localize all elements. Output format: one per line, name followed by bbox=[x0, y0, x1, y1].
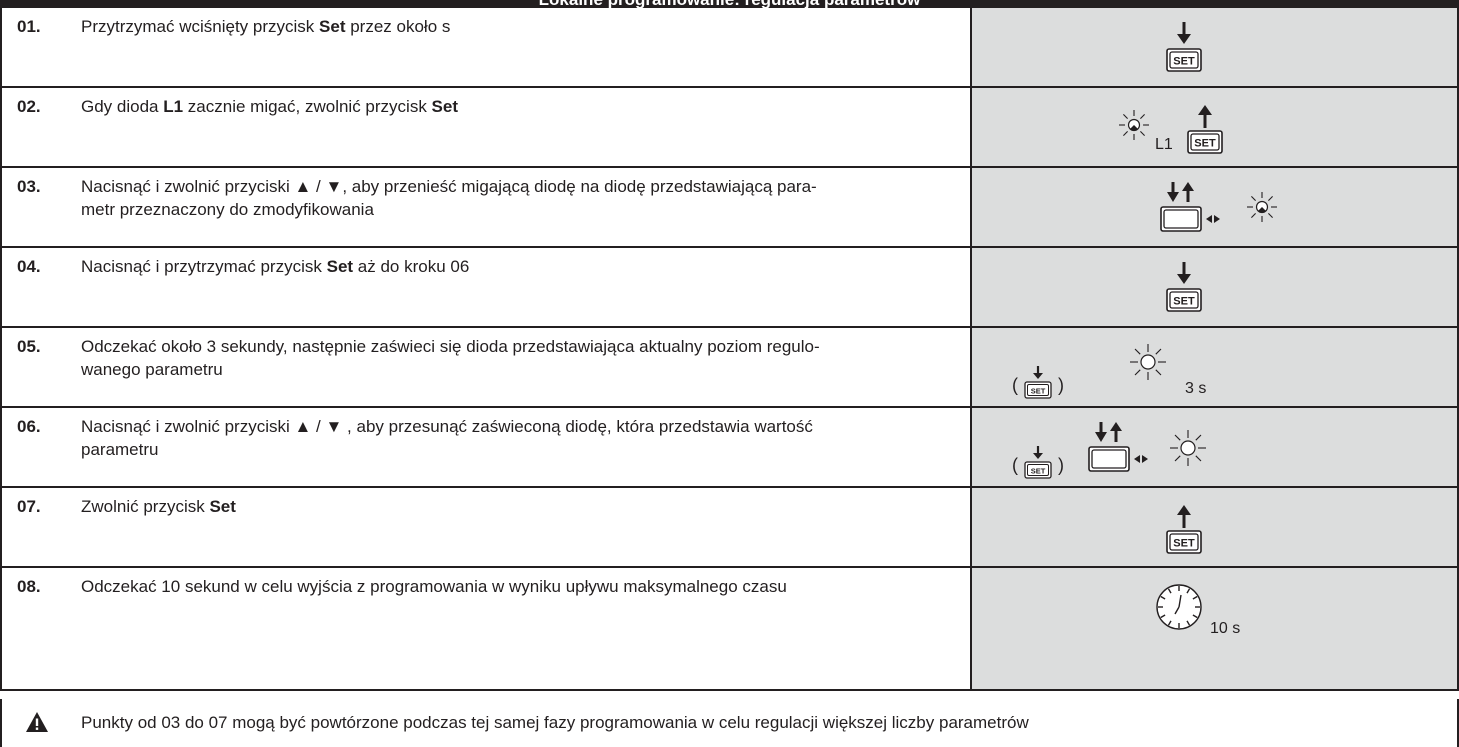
svg-text:SET: SET bbox=[1173, 296, 1195, 308]
step-text: Odczekać około 3 sekundy, następnie zaśw… bbox=[81, 337, 820, 379]
step-number: 03. bbox=[17, 177, 41, 196]
step-icon-cell: L1 SET bbox=[970, 88, 1457, 166]
step-text: Nacisnąć i zwolnić przyciski ▲ / ▼, aby … bbox=[81, 177, 817, 219]
set-button-press-icon: SET bbox=[1166, 262, 1202, 312]
table-header: Lokalne programowanie: regulacja paramet… bbox=[0, 0, 1459, 8]
step-row-06: 06. Nacisnąć i zwolnić przyciski ▲ / ▼ ,… bbox=[0, 408, 1459, 488]
step-text: Zwolnić przycisk Set bbox=[81, 497, 236, 516]
close-paren: ) bbox=[1058, 455, 1064, 475]
svg-text:SET: SET bbox=[1173, 56, 1195, 68]
svg-text:SET: SET bbox=[1031, 467, 1046, 476]
set-button-release-icon: SET bbox=[1187, 105, 1223, 154]
led-blinking-icon bbox=[1247, 192, 1277, 222]
step-number: 07. bbox=[17, 497, 41, 516]
step-icon-cell: ( SET ) bbox=[970, 408, 1457, 486]
time-label: 10 s bbox=[1210, 620, 1241, 637]
step-icon-cell: SET bbox=[970, 248, 1457, 326]
led-on-icon bbox=[1130, 344, 1166, 380]
open-paren: ( bbox=[1012, 455, 1018, 475]
step-icon-cell: SET bbox=[970, 488, 1457, 566]
warning-note-row: Punkty od 03 do 07 mogą być powtórzone p… bbox=[0, 699, 1459, 747]
step-number: 06. bbox=[17, 417, 41, 436]
close-paren: ) bbox=[1058, 375, 1064, 395]
step-number: 04. bbox=[17, 257, 41, 276]
warning-triangle-icon bbox=[26, 712, 48, 732]
step-icon-cell: SET bbox=[970, 8, 1457, 86]
set-button-press-icon: SET bbox=[1166, 22, 1202, 72]
svg-text:SET: SET bbox=[1173, 538, 1195, 550]
set-button-release-icon: SET bbox=[1166, 505, 1202, 554]
step-number: 01. bbox=[17, 17, 41, 36]
step-row-07: 07. Zwolnić przycisk Set SET bbox=[0, 488, 1459, 568]
step-text: Gdy dioda L1 zacznie migać, zwolnić przy… bbox=[81, 97, 459, 116]
step-icon-cell: ( SET ) 3 s bbox=[970, 328, 1457, 406]
svg-text:SET: SET bbox=[1031, 387, 1046, 396]
led-blinking-icon bbox=[1119, 110, 1149, 140]
up-down-button-icon bbox=[1160, 182, 1220, 232]
step-row-08: 08. Odczekać 10 sekund w celu wyjścia z … bbox=[0, 568, 1459, 691]
steps-table: 01. Przytrzymać wciśnięty przycisk Set p… bbox=[0, 8, 1459, 747]
open-paren: ( bbox=[1012, 375, 1018, 395]
up-down-button-icon bbox=[1088, 422, 1148, 472]
time-label: 3 s bbox=[1185, 380, 1207, 397]
set-button-press-small-icon: SET bbox=[1024, 366, 1052, 399]
step-number: 02. bbox=[17, 97, 41, 116]
step-number: 08. bbox=[17, 577, 41, 596]
step-icon-cell bbox=[970, 168, 1457, 246]
step-row-01: 01. Przytrzymać wciśnięty przycisk Set p… bbox=[0, 8, 1459, 88]
set-button-press-small-icon: SET bbox=[1024, 446, 1052, 479]
clock-icon bbox=[1156, 584, 1202, 630]
step-number: 05. bbox=[17, 337, 41, 356]
step-text: Przytrzymać wciśnięty przycisk Set przez… bbox=[81, 17, 451, 36]
step-row-05: 05. Odczekać około 3 sekundy, następnie … bbox=[0, 328, 1459, 408]
step-row-04: 04. Nacisnąć i przytrzymać przycisk Set … bbox=[0, 248, 1459, 328]
warning-note-text: Punkty od 03 do 07 mogą być powtórzone p… bbox=[81, 713, 1029, 732]
step-text: Nacisnąć i zwolnić przyciski ▲ / ▼ , aby… bbox=[81, 417, 813, 459]
step-icon-cell: 10 s bbox=[970, 568, 1457, 689]
step-row-03: 03. Nacisnąć i zwolnić przyciski ▲ / ▼, … bbox=[0, 168, 1459, 248]
svg-text:SET: SET bbox=[1194, 138, 1216, 150]
header-title: Lokalne programowanie: regulacja paramet… bbox=[0, 0, 1459, 8]
step-text: Odczekać 10 sekund w celu wyjścia z prog… bbox=[81, 577, 787, 596]
step-text: Nacisnąć i przytrzymać przycisk Set aż d… bbox=[81, 257, 470, 276]
led-on-icon bbox=[1170, 430, 1206, 466]
led-label: L1 bbox=[1155, 136, 1173, 153]
step-row-02: 02. Gdy dioda L1 zacznie migać, zwolnić … bbox=[0, 88, 1459, 168]
